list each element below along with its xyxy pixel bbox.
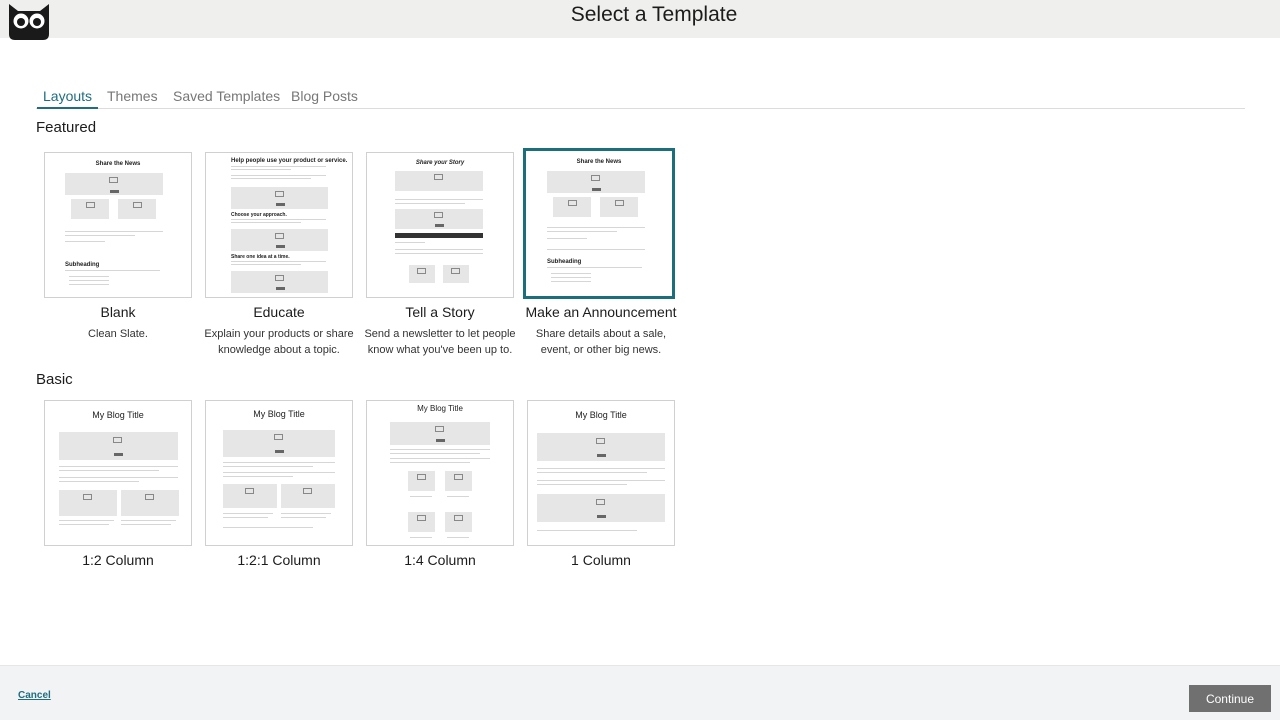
top-bar: Select a Template bbox=[0, 0, 1280, 40]
image-placeholder-icon bbox=[113, 437, 122, 443]
tab-saved-templates[interactable]: Saved Templates bbox=[173, 88, 280, 109]
template-thumbnail: My Blog Title bbox=[366, 400, 514, 546]
basic-section-title: Basic bbox=[36, 371, 73, 388]
image-placeholder-icon bbox=[145, 494, 154, 500]
footer-bar: Cancel Continue bbox=[0, 665, 1280, 720]
image-placeholder-icon bbox=[245, 488, 254, 494]
image-placeholder-icon bbox=[303, 488, 312, 494]
tab-themes[interactable]: Themes bbox=[107, 88, 158, 109]
image-placeholder-icon bbox=[275, 233, 284, 239]
image-placeholder-icon bbox=[275, 275, 284, 281]
image-placeholder-icon bbox=[109, 177, 118, 183]
template-thumbnail: Share the News Subheading bbox=[44, 152, 192, 298]
image-placeholder-icon bbox=[435, 426, 444, 432]
template-thumbnail: Share the News Subheading bbox=[523, 148, 675, 299]
image-placeholder-icon bbox=[417, 474, 426, 480]
image-placeholder-icon bbox=[596, 499, 605, 505]
image-placeholder-icon bbox=[454, 515, 463, 521]
template-name: 1 Column bbox=[571, 552, 631, 568]
image-placeholder-icon bbox=[86, 202, 95, 208]
image-placeholder-icon bbox=[274, 434, 283, 440]
image-placeholder-icon bbox=[417, 268, 426, 274]
featured-section-title: Featured bbox=[36, 119, 97, 136]
image-placeholder-icon bbox=[83, 494, 92, 500]
image-placeholder-icon bbox=[454, 474, 463, 480]
image-placeholder-icon bbox=[417, 515, 426, 521]
image-placeholder-icon bbox=[591, 175, 600, 181]
template-thumbnail: Help people use your product or service.… bbox=[205, 152, 353, 298]
image-placeholder-icon bbox=[434, 174, 443, 180]
image-placeholder-icon bbox=[451, 268, 460, 274]
image-placeholder-icon bbox=[133, 202, 142, 208]
cancel-link[interactable]: Cancel bbox=[18, 690, 51, 701]
continue-button[interactable]: Continue bbox=[1189, 685, 1271, 712]
image-placeholder-icon bbox=[275, 191, 284, 197]
template-tabs: Layouts Themes Saved Templates Blog Post… bbox=[36, 88, 1245, 109]
tab-layouts[interactable]: Layouts bbox=[37, 88, 99, 109]
page-title: Select a Template bbox=[570, 3, 738, 26]
tab-blog-posts[interactable]: Blog Posts bbox=[291, 88, 358, 109]
template-thumbnail: My Blog Title bbox=[527, 400, 675, 546]
template-desc-line1: Share details about a sale, bbox=[535, 328, 667, 340]
template-name: Make an Announcement bbox=[525, 304, 677, 320]
image-placeholder-icon bbox=[615, 200, 624, 206]
template-desc-line2: event, or other big news. bbox=[540, 344, 662, 356]
template-thumbnail: My Blog Title bbox=[205, 400, 353, 546]
image-placeholder-icon bbox=[568, 200, 577, 206]
image-placeholder-icon bbox=[434, 212, 443, 218]
template-thumbnail: My Blog Title bbox=[44, 400, 192, 546]
template-thumbnail: Share your Story bbox=[366, 152, 514, 298]
image-placeholder-icon bbox=[596, 438, 605, 444]
